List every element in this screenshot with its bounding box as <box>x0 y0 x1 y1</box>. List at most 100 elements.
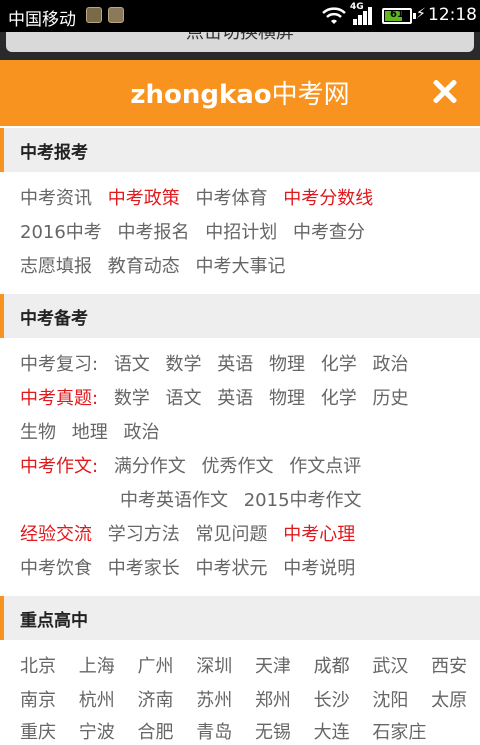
link-row: 志愿填报 教育动态 中考大事记 <box>20 252 295 282</box>
city-link[interactable]: 苏州 <box>196 686 232 712</box>
link-item[interactable]: 教育动态 <box>108 252 180 278</box>
status-bar: 中国移动 4G 61 ⚡ 12:18 <box>0 0 480 32</box>
rotate-screen-label: 点击切换横屏 <box>186 32 294 43</box>
link-item[interactable]: 历史 <box>372 384 408 410</box>
link-item[interactable]: 中考体育 <box>195 184 267 210</box>
link-item[interactable]: 满分作文 <box>114 452 186 478</box>
link-item[interactable]: 政治 <box>123 418 159 444</box>
city-link[interactable]: 上海 <box>79 652 115 678</box>
city-link[interactable]: 郑州 <box>255 686 291 712</box>
section-title: 中考备考 <box>20 309 88 329</box>
link-item[interactable]: 英语 <box>217 384 253 410</box>
site-logo[interactable]: zhongkao中考网 <box>0 74 480 111</box>
city-row: 南京 杭州 济南 苏州 郑州 长沙 沈阳 太原 <box>20 686 480 716</box>
link-item[interactable]: 作文点评 <box>289 452 361 478</box>
city-row: 北京 上海 广州 深圳 天津 成都 武汉 西安 <box>20 652 480 682</box>
link-row: 2016中考 中考报名 中招计划 中考查分 <box>20 218 375 248</box>
city-link[interactable]: 宁波 <box>79 718 115 744</box>
city-link[interactable]: 青岛 <box>196 718 232 744</box>
link-item[interactable]: 数学 <box>166 350 202 376</box>
link-item[interactable]: 学习方法 <box>108 520 180 546</box>
city-link[interactable]: 天津 <box>255 652 291 678</box>
section-accent-bar <box>0 294 4 338</box>
battery-level: 61 <box>390 9 404 20</box>
city-link[interactable]: 杭州 <box>79 686 115 712</box>
link-row: 中考真题: 数学 语文 英语 物理 化学 历史 <box>20 384 418 414</box>
charging-icon: ⚡ <box>416 6 426 22</box>
section-accent-bar <box>0 596 4 640</box>
category-label: 中考作文: <box>20 456 99 477</box>
city-link[interactable]: 沈阳 <box>372 686 408 712</box>
menu-header: zhongkao中考网 <box>0 60 480 126</box>
link-row: 中考资讯 中考政策 中考体育 中考分数线 <box>20 184 383 214</box>
section-title: 重点高中 <box>20 611 88 631</box>
link-item[interactable]: 中考报名 <box>118 218 190 244</box>
link-item[interactable]: 中考英语作文 <box>120 486 228 512</box>
link-item[interactable]: 化学 <box>321 350 357 376</box>
link-item[interactable]: 生物 <box>20 418 56 444</box>
link-item[interactable]: 政治 <box>372 350 408 376</box>
section-title: 中考报考 <box>20 143 88 163</box>
city-link[interactable]: 济南 <box>137 686 173 712</box>
link-row: 生物 地理 政治 <box>20 418 169 448</box>
city-link[interactable]: 无锡 <box>255 718 291 744</box>
city-link[interactable]: 西安 <box>431 652 467 678</box>
city-link[interactable]: 南京 <box>20 686 56 712</box>
close-icon[interactable] <box>428 74 462 108</box>
link-item[interactable]: 化学 <box>321 384 357 410</box>
rotate-screen-button[interactable]: 点击切换横屏 <box>6 32 474 52</box>
link-item[interactable]: 中考查分 <box>293 218 365 244</box>
city-link[interactable]: 石家庄 <box>372 718 426 744</box>
section-header-beikao: 中考备考 <box>0 294 480 338</box>
category-label: 中考真题: <box>20 388 99 409</box>
signal-icon <box>353 7 372 25</box>
link-item[interactable]: 中考资讯 <box>20 184 92 210</box>
link-item[interactable]: 中考政策 <box>108 184 180 210</box>
link-item[interactable]: 优秀作文 <box>202 452 274 478</box>
link-item[interactable]: 中考家长 <box>108 554 180 580</box>
link-item[interactable]: 英语 <box>217 350 253 376</box>
wifi-icon <box>322 7 346 24</box>
backdrop: 点击切换横屏 <box>0 32 480 60</box>
logo-cn: 中考网 <box>271 80 350 110</box>
city-link[interactable]: 重庆 <box>20 718 56 744</box>
link-item[interactable]: 中考说明 <box>283 554 355 580</box>
link-item[interactable]: 中考分数线 <box>283 184 373 210</box>
city-link[interactable]: 成都 <box>314 652 350 678</box>
city-link[interactable]: 合肥 <box>137 718 173 744</box>
city-link[interactable]: 大连 <box>314 718 350 744</box>
link-item[interactable]: 常见问题 <box>195 520 267 546</box>
section-accent-bar <box>0 128 4 172</box>
city-link[interactable]: 长沙 <box>314 686 350 712</box>
logo-en: zhongkao <box>130 80 272 110</box>
link-item[interactable]: 中考饮食 <box>20 554 92 580</box>
link-item[interactable]: 数学 <box>114 384 150 410</box>
link-row: 经验交流 学习方法 常见问题 中考心理 <box>20 520 365 550</box>
section-header-baokao: 中考报考 <box>0 128 480 172</box>
link-item[interactable]: 中考状元 <box>195 554 267 580</box>
city-link[interactable]: 深圳 <box>196 652 232 678</box>
city-link[interactable]: 武汉 <box>372 652 408 678</box>
link-item[interactable]: 语文 <box>166 384 202 410</box>
city-link[interactable]: 北京 <box>20 652 56 678</box>
city-link[interactable]: 广州 <box>137 652 173 678</box>
carrier-label: 中国移动 <box>8 10 76 30</box>
battery-icon: 61 <box>382 8 416 24</box>
link-item[interactable]: 物理 <box>269 384 305 410</box>
clock: 12:18 <box>428 5 477 25</box>
link-item[interactable]: 物理 <box>269 350 305 376</box>
link-item[interactable]: 经验交流 <box>20 520 92 546</box>
link-item[interactable]: 中考大事记 <box>195 252 285 278</box>
link-row: 中考英语作文 2015中考作文 <box>120 486 372 516</box>
link-item[interactable]: 地理 <box>72 418 108 444</box>
link-item[interactable]: 志愿填报 <box>20 252 92 278</box>
notification-icon <box>108 7 124 23</box>
link-row: 中考饮食 中考家长 中考状元 中考说明 <box>20 554 365 584</box>
link-item[interactable]: 中招计划 <box>205 218 277 244</box>
link-item[interactable]: 中考心理 <box>283 520 355 546</box>
link-item[interactable]: 语文 <box>114 350 150 376</box>
section-header-gaozhong: 重点高中 <box>0 596 480 640</box>
city-link[interactable]: 太原 <box>431 686 467 712</box>
link-item[interactable]: 2015中考作文 <box>244 486 362 512</box>
link-item[interactable]: 2016中考 <box>20 218 102 244</box>
